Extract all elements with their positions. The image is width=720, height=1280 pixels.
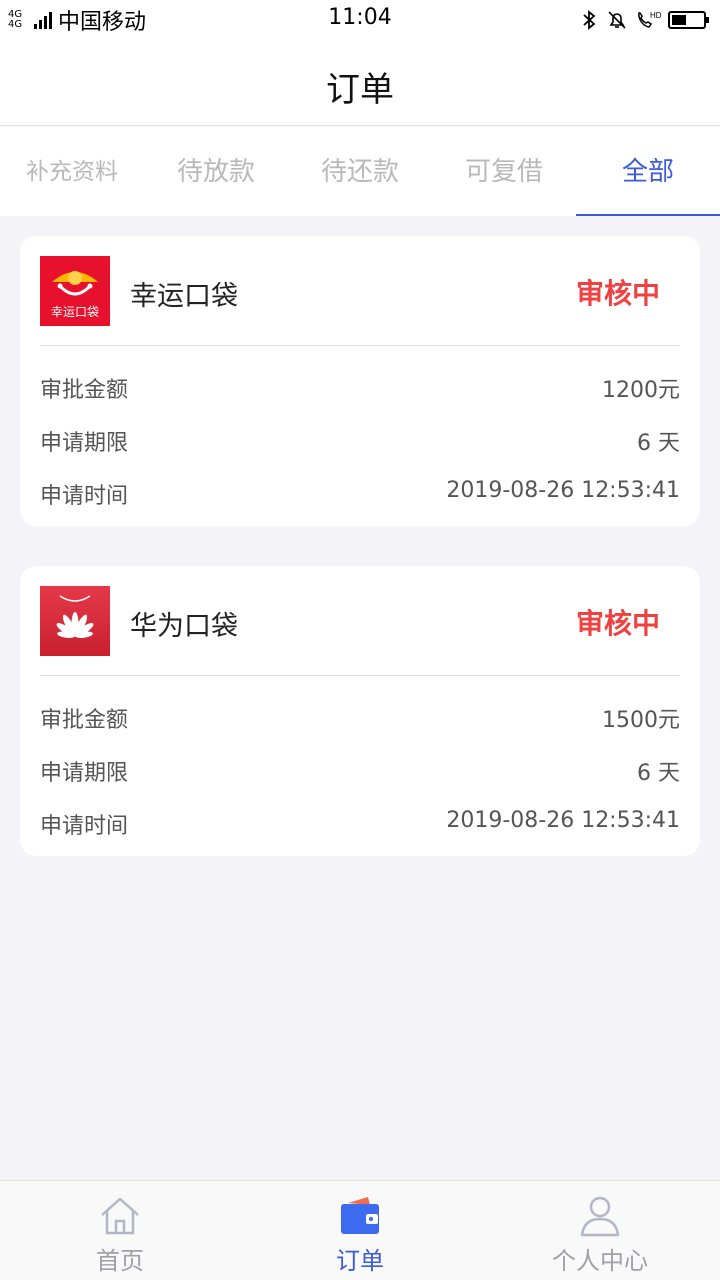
row-value: 6 天 (637, 761, 680, 786)
bell-muted-icon (608, 11, 626, 29)
row-label: 审批金额 (40, 708, 129, 733)
nav-profile[interactable]: 个人中心 (480, 1181, 720, 1280)
user-icon (580, 1196, 620, 1237)
approved-amount-row: 审批金额 1500元 (40, 694, 680, 734)
battery-icon (668, 11, 709, 29)
apply-time-row: 申请时间 2019-08-26 12:53:41 (40, 800, 680, 840)
product-name: 华为口袋 (130, 611, 238, 642)
order-card-header: 华为口袋 审核中 (40, 566, 680, 676)
svg-text:HD: HD (650, 11, 662, 20)
tab-reborrow[interactable]: 可复借 (432, 127, 576, 216)
tab-pending-repayment[interactable]: 待还款 (288, 127, 432, 216)
home-icon (101, 1197, 139, 1235)
huawei-koudai-logo (40, 586, 110, 656)
tab-all[interactable]: 全部 (576, 127, 720, 216)
hd-call-icon: HD (638, 11, 662, 28)
order-tabs: 补充资料 待放款 待还款 可复借 全部 (0, 127, 720, 216)
bottom-nav: 首页 订单 个人中心 (0, 1180, 720, 1280)
status-bar: 4G 4G 中国移动 11:04 HD (0, 0, 720, 40)
tab-pending-loan[interactable]: 待放款 (144, 127, 288, 216)
order-card-header: 幸运口袋 幸运口袋 审核中 (40, 236, 680, 346)
order-card[interactable]: 幸运口袋 幸运口袋 审核中 审批金额 1200元 申请期限 6 天 申请时间 2… (20, 236, 700, 526)
approved-amount-row: 审批金额 1200元 (40, 364, 680, 404)
status-badge: 审核中 (575, 277, 660, 310)
nav-orders[interactable]: 订单 (240, 1181, 480, 1280)
row-label: 申请期限 (40, 431, 129, 456)
nav-home[interactable]: 首页 (0, 1181, 240, 1280)
apply-time-row: 申请时间 2019-08-26 12:53:41 (40, 470, 680, 510)
bluetooth-icon (583, 10, 596, 30)
row-label: 审批金额 (40, 378, 129, 403)
svg-text:幸运口袋: 幸运口袋 (51, 305, 99, 319)
row-value: 1500元 (602, 708, 680, 733)
row-label: 申请期限 (40, 761, 129, 786)
row-label: 申请时间 (40, 484, 129, 509)
row-value: 2019-08-26 12:53:41 (446, 808, 680, 833)
loan-term-row: 申请期限 6 天 (40, 417, 680, 457)
battery-level (672, 15, 686, 25)
loan-term-row: 申请期限 6 天 (40, 747, 680, 787)
row-value: 1200元 (602, 378, 680, 403)
wallet-icon (341, 1197, 379, 1234)
page-title: 订单 (326, 70, 394, 110)
order-card[interactable]: 华为口袋 审核中 审批金额 1500元 申请期限 6 天 申请时间 2019-0… (20, 566, 700, 856)
status-badge: 审核中 (575, 607, 660, 640)
nav-label: 订单 (336, 1247, 384, 1275)
nav-label: 首页 (96, 1247, 144, 1275)
tab-supplement-info[interactable]: 补充资料 (0, 127, 144, 216)
row-value: 2019-08-26 12:53:41 (446, 478, 680, 503)
product-name: 幸运口袋 (130, 281, 238, 312)
header: 订单 (0, 40, 720, 126)
nav-label: 个人中心 (552, 1247, 648, 1275)
xingyun-koudai-logo: 幸运口袋 (40, 256, 110, 326)
status-right: HD (578, 6, 709, 34)
row-value: 6 天 (637, 431, 680, 456)
row-label: 申请时间 (40, 814, 129, 839)
